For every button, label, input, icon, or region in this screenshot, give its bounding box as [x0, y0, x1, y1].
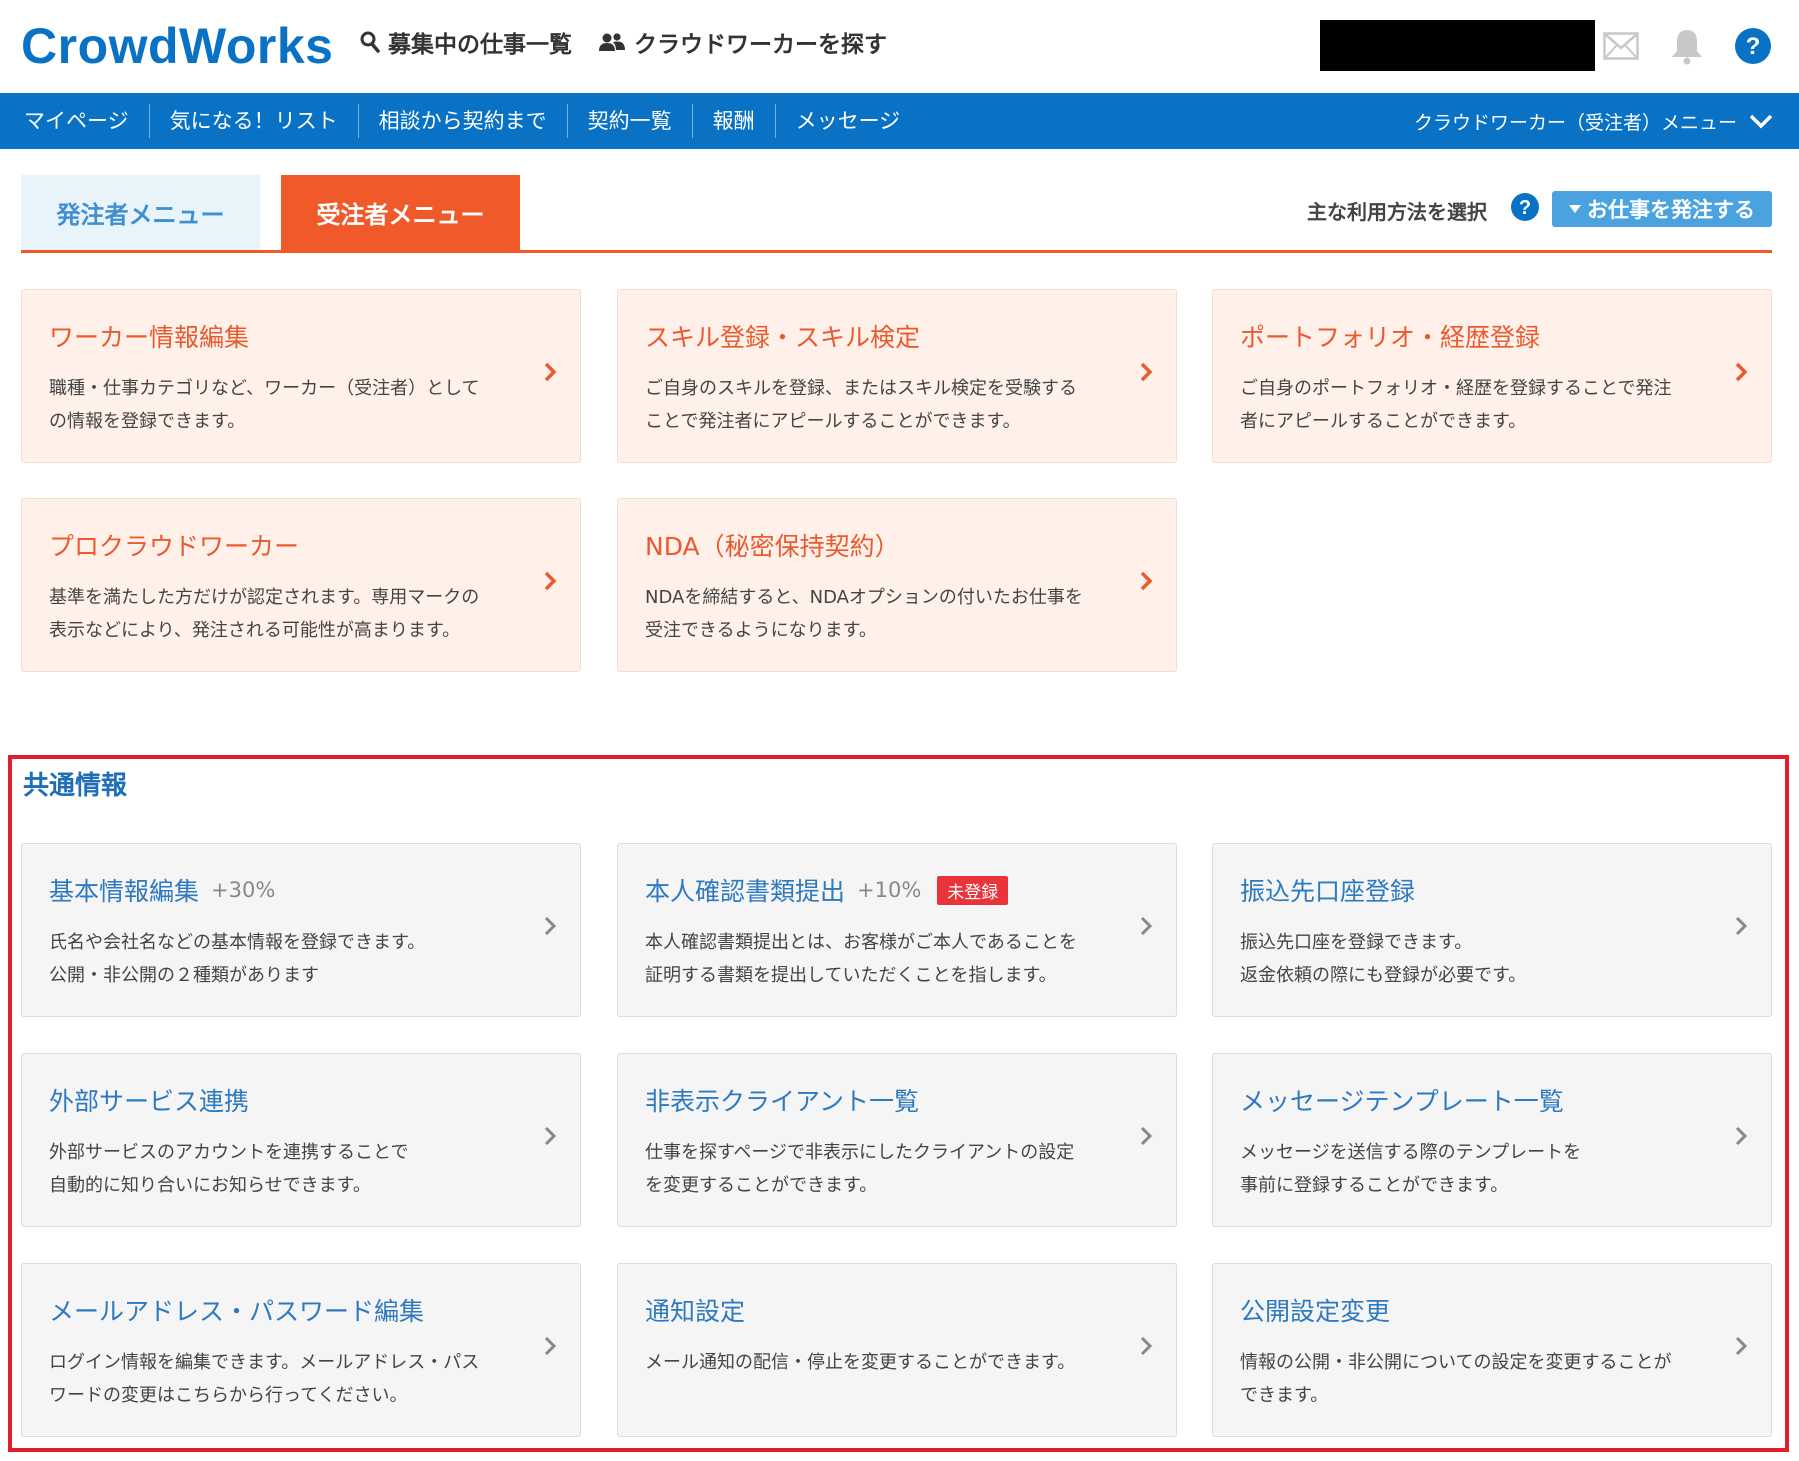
nav-consult-to-contract[interactable]: 相談から契約まで: [359, 104, 568, 138]
card-skill-registration[interactable]: スキル登録・スキル検定 ご自身のスキルを登録、またはスキル検定を受験する ことで発…: [617, 289, 1177, 463]
card-title: 公開設定変更: [1240, 1297, 1391, 1326]
card-description: ご自身のスキルを登録、またはスキル検定を受験する ことで発注者にアピールすることが…: [645, 378, 1077, 432]
svg-text:?: ?: [1746, 33, 1761, 60]
card-description: メッセージを送信する際のテンプレートを 事前に登録することができます。: [1240, 1142, 1582, 1196]
card-title: プロクラウドワーカー: [49, 532, 300, 561]
card-title: ワーカー情報編集: [49, 323, 250, 352]
card-basic-info-edit[interactable]: 基本情報編集 +30% 氏名や会社名などの基本情報を登録できます。 公開・非公開の２…: [21, 843, 581, 1017]
nav-contracts[interactable]: 契約一覧: [568, 104, 693, 138]
card-description: 情報の公開・非公開についての設定を変更することが できます。: [1240, 1352, 1672, 1406]
chevron-right-icon: [1735, 362, 1748, 382]
order-job-label: お仕事を発注する: [1587, 198, 1755, 222]
card-description: NDAを締結すると、NDAオプションの付いたお仕事を 受注できるようになります。: [645, 587, 1083, 641]
card-pro-crowdworker[interactable]: プロクラウドワーカー 基準を満たした方だけが認定されます。専用マークの 表示などに…: [21, 498, 581, 672]
chevron-right-icon: [1735, 1336, 1748, 1356]
card-description: 振込先口座を登録できます。 返金依頼の際にも登録が必要です。: [1240, 932, 1527, 986]
chevron-right-icon: [1140, 916, 1153, 936]
chevron-right-icon: [544, 362, 557, 382]
users-icon: [599, 33, 625, 51]
chevron-right-icon: [1140, 1336, 1153, 1356]
card-bank-account[interactable]: 振込先口座登録 振込先口座を登録できます。 返金依頼の際にも登録が必要です。: [1212, 843, 1772, 1017]
card-description: 外部サービスのアカウントを連携することで 自動的に知り合いにお知らせできます。: [49, 1142, 409, 1196]
chevron-right-icon: [1140, 1126, 1153, 1146]
chevron-right-icon: [1735, 916, 1748, 936]
card-title: 振込先口座登録: [1240, 877, 1416, 906]
search-icon: [360, 31, 380, 53]
main-navbar: マイページ 気になる！リスト 相談から契約まで 契約一覧 報酬 メッセージ クラ…: [0, 93, 1799, 149]
chevron-right-icon: [544, 1126, 557, 1146]
caret-down-icon: [1569, 205, 1581, 213]
card-title: メールアドレス・パスワード編集: [49, 1297, 425, 1326]
help-icon[interactable]: ?: [1510, 192, 1540, 226]
card-nda[interactable]: NDA（秘密保持契約） NDAを締結すると、NDAオプションの付いたお仕事を 受注…: [617, 498, 1177, 672]
card-description: 本人確認書類提出とは、お客様がご本人であることを 証明する書類を提出していただくこ…: [645, 932, 1077, 986]
nav-favorite-list[interactable]: 気になる！リスト: [150, 104, 359, 138]
job-list-link[interactable]: 募集中の仕事一覧: [360, 22, 572, 62]
chevron-right-icon: [544, 916, 557, 936]
tab-worker-menu[interactable]: 受注者メニュー: [281, 175, 520, 250]
help-icon[interactable]: ?: [1731, 24, 1775, 68]
mail-icon[interactable]: [1599, 24, 1643, 68]
card-portfolio-registration[interactable]: ポートフォリオ・経歴登録 ご自身のポートフォリオ・経歴を登録することで発注 者にア…: [1212, 289, 1772, 463]
chevron-right-icon: [1140, 571, 1153, 591]
chevron-right-icon: [1735, 1126, 1748, 1146]
card-title: メッセージテンプレート一覧: [1240, 1087, 1564, 1116]
worker-menu-label: クラウドワーカー（受注者）メニュー: [1413, 111, 1737, 134]
usage-select-label: 主な利用方法を選択: [1307, 199, 1487, 224]
card-hidden-clients[interactable]: 非表示クライアント一覧 仕事を探すページで非表示にしたクライアントの設定 を変更す…: [617, 1053, 1177, 1227]
card-title: 外部サービス連携: [49, 1087, 250, 1116]
card-description: 職種・仕事カテゴリなど、ワーカー（受注者）として の情報を登録できます。: [49, 378, 480, 432]
card-title: 非表示クライアント一覧: [645, 1087, 920, 1116]
card-description: ご自身のポートフォリオ・経歴を登録することで発注 者にアピールすることができます。: [1240, 378, 1672, 432]
card-visibility-settings[interactable]: 公開設定変更 情報の公開・非公開についての設定を変更することが できます。: [1212, 1263, 1772, 1437]
chevron-down-icon: [1749, 114, 1773, 129]
svg-text:?: ?: [1519, 197, 1531, 219]
chevron-right-icon: [1140, 362, 1153, 382]
card-title: 本人確認書類提出 +10% 未登録: [645, 872, 1009, 908]
unregistered-badge: 未登録: [937, 875, 1009, 905]
card-title: NDA（秘密保持契約）: [645, 532, 900, 561]
card-external-services[interactable]: 外部サービス連携 外部サービスのアカウントを連携することで 自動的に知り合いにお知…: [21, 1053, 581, 1227]
tab-client-menu[interactable]: 発注者メニュー: [21, 175, 260, 250]
site-header: CrowdWorks 募集中の仕事一覧 クラウドワーカーを探す ?: [0, 0, 1799, 93]
card-title: 通知設定: [645, 1297, 746, 1326]
find-workers-link[interactable]: クラウドワーカーを探す: [598, 22, 887, 62]
card-description: 仕事を探すページで非表示にしたクライアントの設定 を変更することができます。: [645, 1142, 1075, 1196]
job-list-label: 募集中の仕事一覧: [388, 32, 572, 58]
card-description: 基準を満たした方だけが認定されます。専用マークの 表示などにより、発注される可能性…: [49, 587, 480, 641]
card-identity-verification[interactable]: 本人確認書類提出 +10% 未登録 本人確認書類提出とは、お客様がご本人であることを…: [617, 843, 1177, 1017]
find-workers-label: クラウドワーカーを探す: [634, 32, 887, 58]
worker-menu-dropdown[interactable]: クラウドワーカー（受注者）メニュー: [1414, 93, 1773, 149]
card-email-password-edit[interactable]: メールアドレス・パスワード編集 ログイン情報を編集できます。メールアドレス・パス…: [21, 1263, 581, 1437]
chevron-right-icon: [544, 1336, 557, 1356]
nav-messages[interactable]: メッセージ: [776, 104, 921, 138]
card-title: スキル登録・スキル検定: [645, 323, 921, 352]
order-job-button[interactable]: お仕事を発注する: [1552, 191, 1772, 227]
card-title: ポートフォリオ・経歴登録: [1240, 323, 1541, 352]
card-description: メール通知の配信・停止を変更することができます。: [645, 1352, 1076, 1373]
nav-mypage[interactable]: マイページ: [4, 104, 150, 138]
nav-rewards[interactable]: 報酬: [693, 104, 776, 138]
card-title: 基本情報編集 +30%: [49, 877, 276, 906]
completion-percent: +10%: [857, 878, 922, 902]
card-description: 氏名や会社名などの基本情報を登録できます。 公開・非公開の２種類があります: [49, 932, 426, 986]
chevron-right-icon: [544, 571, 557, 591]
bell-icon[interactable]: [1665, 24, 1709, 68]
card-message-templates[interactable]: メッセージテンプレート一覧 メッセージを送信する際のテンプレートを 事前に登録する…: [1212, 1053, 1772, 1227]
common-info-title: 共通情報: [23, 771, 128, 801]
card-notification-settings[interactable]: 通知設定 メール通知の配信・停止を変更することができます。: [617, 1263, 1177, 1437]
card-description: ログイン情報を編集できます。メールアドレス・パス ワードの変更はこちらから行ってく…: [49, 1352, 480, 1406]
card-worker-info-edit[interactable]: ワーカー情報編集 職種・仕事カテゴリなど、ワーカー（受注者）として の情報を登録で…: [21, 289, 581, 463]
redacted-user-area: [1320, 20, 1595, 71]
completion-percent: +30%: [211, 878, 276, 902]
crowdworks-logo[interactable]: CrowdWorks: [21, 16, 333, 76]
